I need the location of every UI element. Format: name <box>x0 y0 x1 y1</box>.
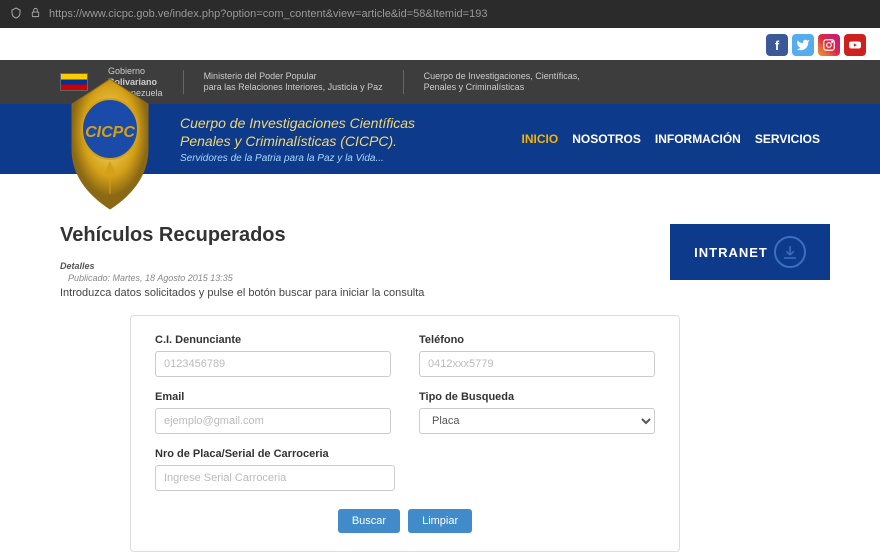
lock-icon <box>30 7 41 21</box>
placa-label: Nro de Placa/Serial de Carroceria <box>155 448 395 460</box>
buscar-button[interactable]: Buscar <box>338 509 400 533</box>
instagram-icon[interactable] <box>818 34 840 56</box>
ci-input[interactable] <box>155 351 391 377</box>
page-title: Vehículos Recuperados <box>60 224 650 247</box>
intro-text: Introduzca datos solicitados y pulse el … <box>60 287 650 299</box>
nav-informacion[interactable]: INFORMACIÓN <box>655 132 741 146</box>
nav-nosotros[interactable]: NOSOTROS <box>572 132 641 146</box>
org-title: Cuerpo de Investigaciones Científicas Pe… <box>180 114 415 165</box>
details-label: Detalles <box>60 261 650 271</box>
url-text[interactable]: https://www.cicpc.gob.ve/index.php?optio… <box>49 8 487 20</box>
published-date: Publicado: Martes, 18 Agosto 2015 13:35 <box>68 273 650 283</box>
search-form: C.I. Denunciante Teléfono Email Tipo de … <box>130 315 680 552</box>
twitter-icon[interactable] <box>792 34 814 56</box>
header-band: CICPC Cuerpo de Investigaciones Científi… <box>0 104 880 174</box>
nav-inicio[interactable]: INICIO <box>522 132 559 146</box>
youtube-icon[interactable] <box>844 34 866 56</box>
cicpc-badge-icon: CICPC <box>60 74 160 214</box>
main-nav: INICIO NOSOTROS INFORMACIÓN SERVICIOS <box>522 132 820 146</box>
email-label: Email <box>155 391 391 403</box>
browser-address-bar: https://www.cicpc.gob.ve/index.php?optio… <box>0 0 880 28</box>
intranet-label: INTRANET <box>694 245 768 260</box>
email-input[interactable] <box>155 408 391 434</box>
department-name: Cuerpo de Investigaciones, Científicas, … <box>424 71 580 93</box>
svg-text:CICPC: CICPC <box>85 124 135 141</box>
nav-servicios[interactable]: SERVICIOS <box>755 132 820 146</box>
ci-label: C.I. Denunciante <box>155 334 391 346</box>
ministry-name: Ministerio del Poder Popular para las Re… <box>204 71 383 93</box>
facebook-icon[interactable]: f <box>766 34 788 56</box>
download-icon <box>774 236 806 268</box>
telefono-label: Teléfono <box>419 334 655 346</box>
placa-input[interactable] <box>155 465 395 491</box>
social-icons-row: f <box>0 28 880 60</box>
intranet-button[interactable]: INTRANET <box>670 224 830 280</box>
tipo-busqueda-select[interactable]: Placa <box>419 408 655 434</box>
tipo-busqueda-label: Tipo de Busqueda <box>419 391 655 403</box>
limpiar-button[interactable]: Limpiar <box>408 509 472 533</box>
shield-icon <box>10 7 22 22</box>
telefono-input[interactable] <box>419 351 655 377</box>
